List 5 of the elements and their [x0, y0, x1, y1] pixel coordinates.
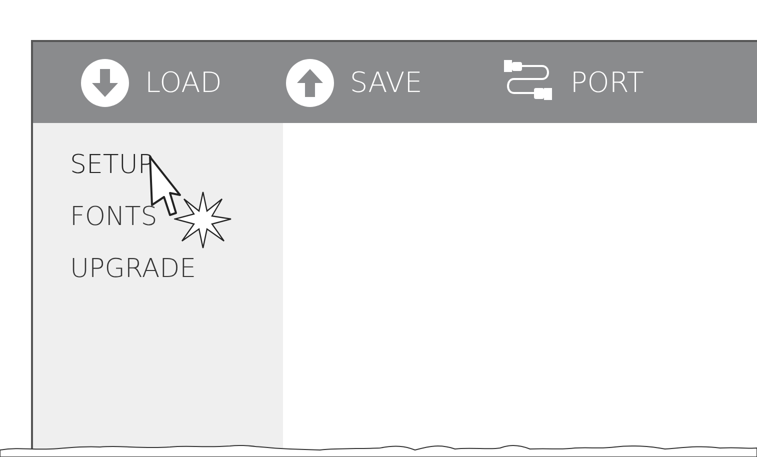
menu-item[interactable]: FONTS — [70, 197, 158, 237]
upload-icon — [286, 58, 334, 106]
download-icon — [81, 58, 129, 106]
menu-item[interactable]: UPGRADE — [70, 249, 196, 289]
click-burst-icon — [174, 191, 232, 249]
